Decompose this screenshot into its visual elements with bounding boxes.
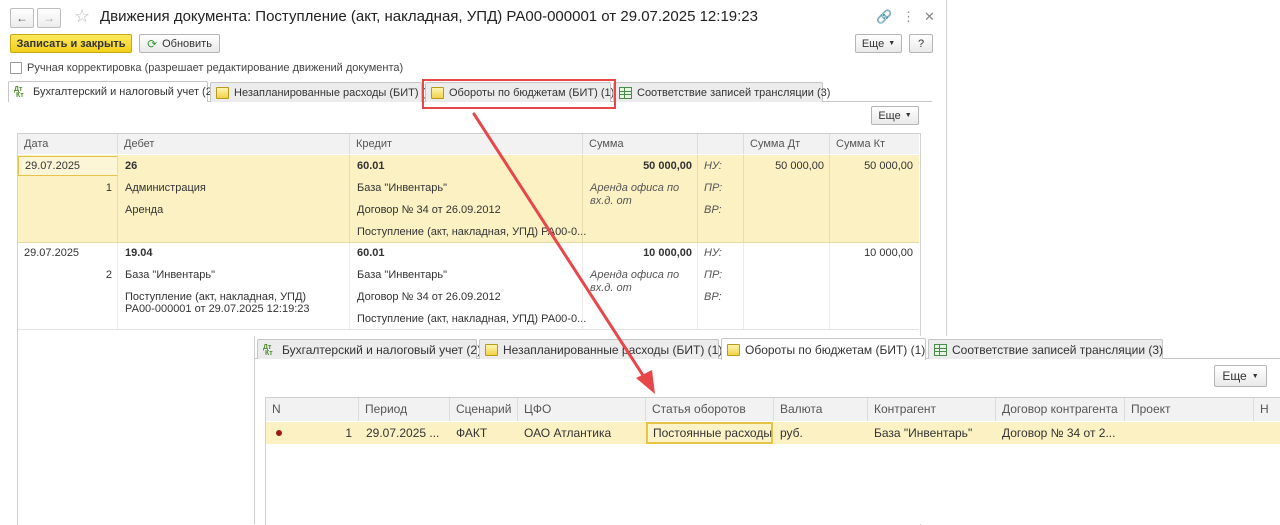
arrow-line xyxy=(472,112,648,382)
arrow-head xyxy=(636,370,655,394)
pointer-arrow xyxy=(472,112,655,394)
